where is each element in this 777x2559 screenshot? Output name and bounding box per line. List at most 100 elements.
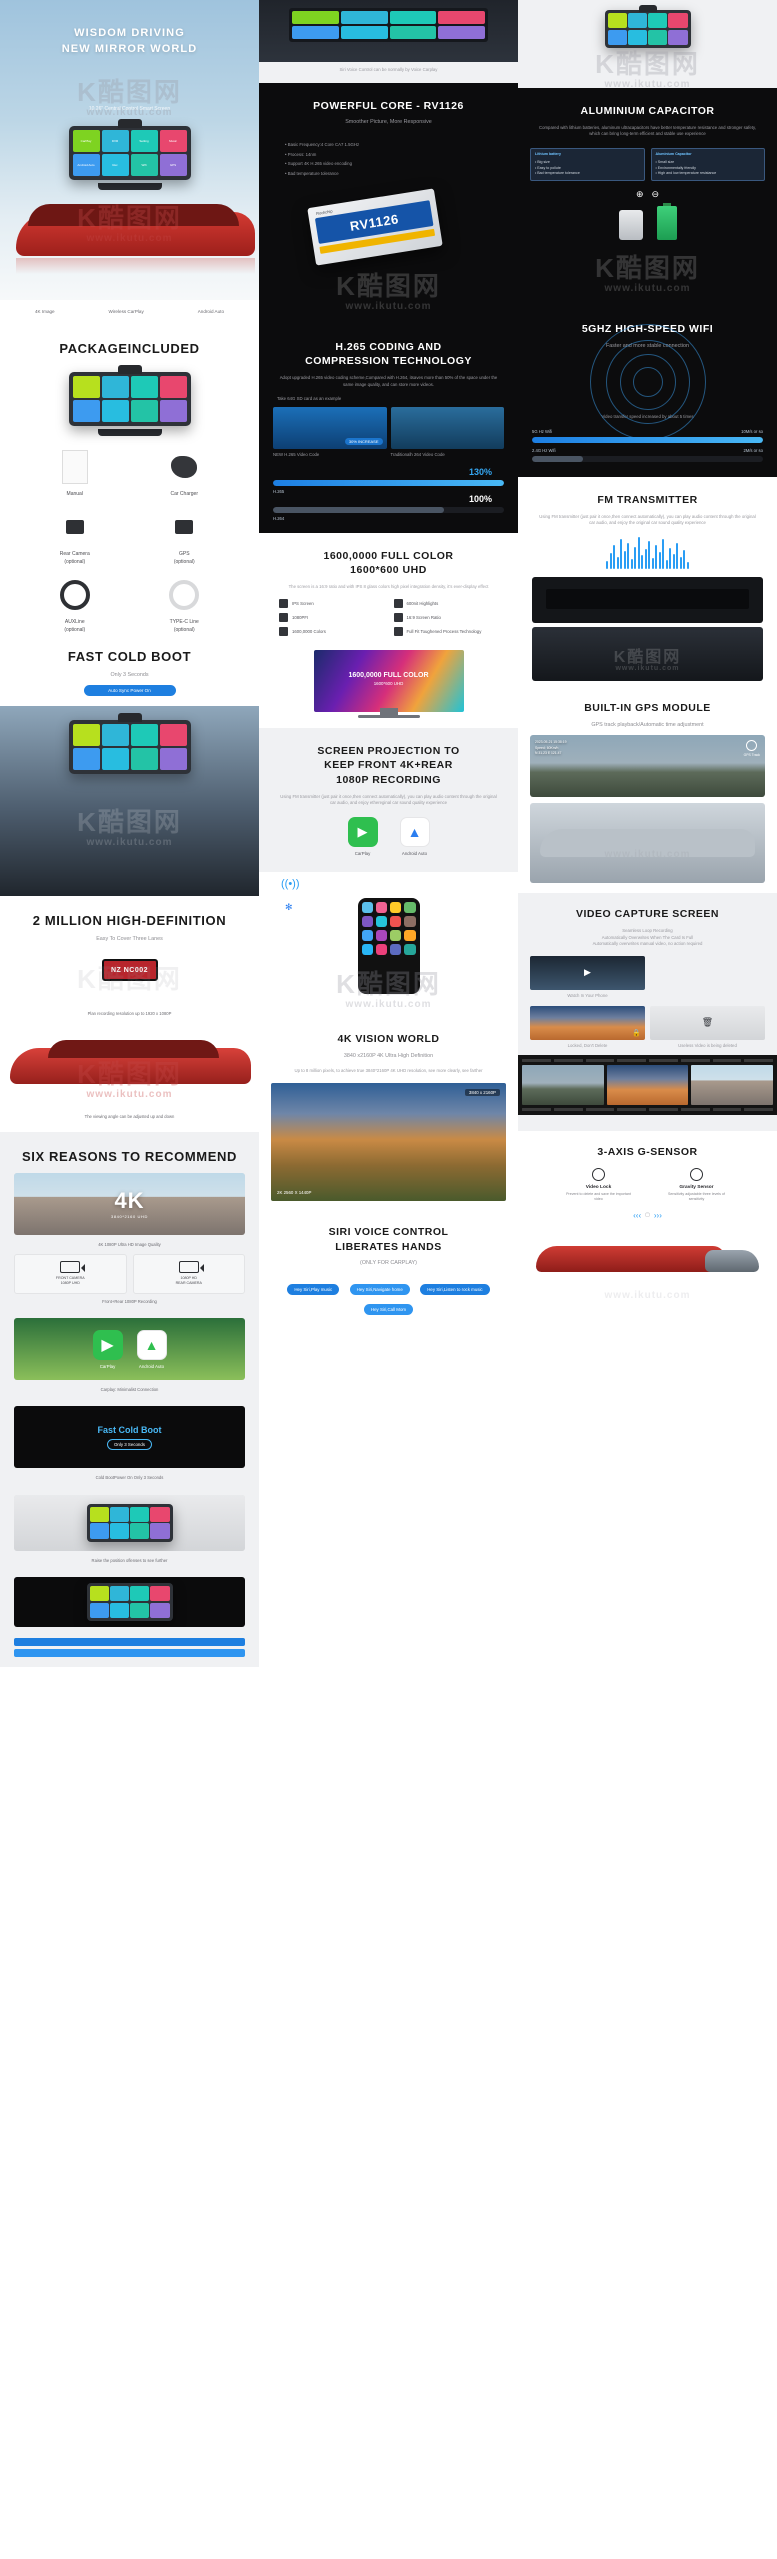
tile-carplay[interactable]	[607, 13, 627, 29]
tile-carplay[interactable]	[72, 724, 100, 747]
spec-chip: 600nit Highlights	[393, 598, 499, 608]
tile-dvr[interactable]	[101, 724, 129, 747]
capture-card[interactable]: 🔒 Locked, Don't Delete	[530, 1005, 645, 1050]
tile-android-auto[interactable]	[607, 29, 627, 45]
tile-dvr[interactable]	[109, 1506, 129, 1523]
ips-icon	[279, 598, 288, 608]
voice-bubbles: Hey Siri,Play music Hey Siri,Navigate ho…	[259, 1268, 518, 1318]
tile-carplay[interactable]: CarPlay	[72, 129, 100, 152]
tile-android-auto[interactable]	[89, 1602, 109, 1619]
tile-dvr[interactable]	[109, 1586, 129, 1602]
voice-bubble[interactable]: Hey Siri,Navigate home	[349, 1284, 410, 1296]
wifi-bar-5g	[532, 436, 763, 443]
rear-camera-label: 1080P HD REAR CAMERA	[175, 1276, 202, 1286]
h265-new: 30% INCREASE NEW H.265 Video Code	[273, 406, 387, 459]
tile-dvr[interactable]	[627, 13, 647, 29]
vision-4k-section: 4K VISION WORLD 3840 x2160P 4K Ultra Hig…	[259, 1022, 518, 1211]
tile-gps[interactable]: GPS	[159, 153, 187, 176]
tile-gps[interactable]	[159, 748, 187, 771]
tile-music[interactable]	[159, 375, 187, 398]
tile-carplay[interactable]	[72, 375, 100, 398]
gps-preview: 2023-05-21 15:38:19 Speed: 60Km/h N 31.2…	[530, 735, 765, 798]
tile-carplay[interactable]	[89, 1586, 109, 1602]
tile-music[interactable]	[150, 1506, 170, 1523]
tile-dvr[interactable]	[101, 375, 129, 398]
tile-android-auto[interactable]	[89, 1523, 109, 1539]
tile-android-auto[interactable]: Android Auto	[72, 153, 100, 176]
tile-wifi[interactable]	[130, 748, 158, 771]
gps-timestamp: 2023-05-21 15:38:19	[535, 740, 567, 745]
tile-setting[interactable]	[130, 1506, 150, 1523]
tile-rec[interactable]	[109, 1523, 129, 1539]
device-screen	[89, 1506, 170, 1539]
capture-card-row-1: ▶ Watch In Your Phone	[518, 948, 777, 1000]
android-auto-badge[interactable]: ▲ Android Auto	[399, 817, 430, 856]
column-right: K酷图网 www.ikutu.com ALUMINIUM CAPACITOR C…	[518, 0, 777, 2559]
tile-music[interactable]: Music	[159, 129, 187, 152]
carplay-badge[interactable]: ▶ CarPlay	[347, 817, 378, 856]
reason-overlay: ▶ CarPlay ▲ Android Auto	[14, 1318, 245, 1380]
tile-rec[interactable]	[101, 748, 129, 771]
tile-gps[interactable]	[668, 29, 688, 45]
tile-wifi[interactable]: Wifi	[130, 153, 158, 176]
capture-line: Automatically Overwrites When The Card I…	[601, 934, 694, 940]
tile-rec[interactable]	[101, 399, 129, 422]
tile-setting[interactable]	[130, 724, 158, 747]
capture-lines: Seamless Loop Recording Automatically Ov…	[518, 922, 777, 948]
cold-boot-section: FAST COLD BOOT Only 3 Seconds Auto Sync …	[0, 648, 259, 707]
tile-setting[interactable]	[130, 1586, 150, 1602]
reason-card-lens-position	[14, 1494, 245, 1551]
accessory-item: Manual	[24, 446, 126, 499]
tile-wifi[interactable]	[130, 399, 158, 422]
tile-carplay[interactable]	[89, 1506, 109, 1523]
camera-lens-icon	[117, 118, 142, 128]
tile-rec[interactable]	[109, 1602, 129, 1619]
wifi-bar-24g	[532, 455, 763, 462]
tile-android-auto[interactable]	[72, 748, 100, 771]
tile-music[interactable]	[668, 13, 688, 29]
h265-pct-label: 30% INCREASE	[344, 437, 383, 445]
tile-gps[interactable]	[150, 1602, 170, 1619]
tile-rec[interactable]	[627, 29, 647, 45]
bottom-bars	[0, 1634, 259, 1658]
auto-sync-power-button[interactable]: Auto Sync Power On	[83, 685, 176, 697]
h265-old-tag: Traditionalh 264 Video Code	[390, 451, 445, 457]
accessory-label: Car Charger	[170, 490, 198, 497]
capture-card[interactable]: 🗑 Useless Video is being deleted	[650, 1005, 765, 1050]
h265-bar2-value: 100%	[468, 493, 492, 504]
h265-bars: 130% H.265 100% H.264	[259, 467, 518, 521]
two-million-note: The viewing angle can be adjusted up and…	[84, 1113, 175, 1119]
fm-interior-photo: K酷图网 www.ikutu.com	[532, 626, 763, 681]
voice-bubble[interactable]: Hey Siri,Play music	[287, 1284, 340, 1296]
tile-setting[interactable]	[648, 13, 668, 29]
tile-rec[interactable]: Rec	[101, 153, 129, 176]
tile-wifi[interactable]	[648, 29, 668, 45]
tile-music[interactable]	[159, 724, 187, 747]
tile-music[interactable]	[150, 1586, 170, 1602]
phone-app-grid	[361, 902, 416, 990]
tile-wifi[interactable]	[130, 1602, 150, 1619]
two-million-subtitle: Easy To Cover Three Lanes	[96, 935, 163, 942]
tile-setting[interactable]: Setting	[130, 129, 158, 152]
lithium-head: Lithium battery	[535, 152, 561, 156]
tile-android-auto[interactable]	[72, 399, 100, 422]
rear-camera-icon	[24, 506, 126, 548]
capture-card[interactable]: ▶ Watch In Your Phone	[530, 955, 645, 1000]
product-detail-page: WISDOM DRIVING NEW MIRROR WORLD K酷图网 www.…	[0, 0, 777, 2559]
color-chip-list: IPS Screen 600nit Highlights 1080PFI 16:…	[259, 591, 518, 644]
tile-dvr[interactable]: DVR	[101, 129, 129, 152]
android-auto-badge[interactable]: ▲ Android Auto	[136, 1329, 167, 1369]
aux-line-icon	[24, 574, 126, 616]
carplay-badge[interactable]: ▶ CarPlay	[92, 1329, 123, 1369]
audio-waveform-icon	[518, 535, 777, 569]
tile-gps[interactable]	[159, 399, 187, 422]
charger-icon	[134, 446, 236, 488]
tile-wifi[interactable]	[130, 1523, 150, 1539]
accessory-label: TYPE-C Line (optional)	[169, 619, 199, 633]
core-subtitle: Smoother Picture, More Responsive	[345, 119, 432, 126]
tile-setting[interactable]	[130, 375, 158, 398]
voice-bubble[interactable]: Hey Siri,Call Mom	[363, 1304, 414, 1316]
accessory-label: Rear Camera (optional)	[59, 551, 90, 565]
tile-gps[interactable]	[150, 1523, 170, 1539]
voice-bubble[interactable]: Hey Siri,Listen to rock music	[420, 1284, 490, 1296]
